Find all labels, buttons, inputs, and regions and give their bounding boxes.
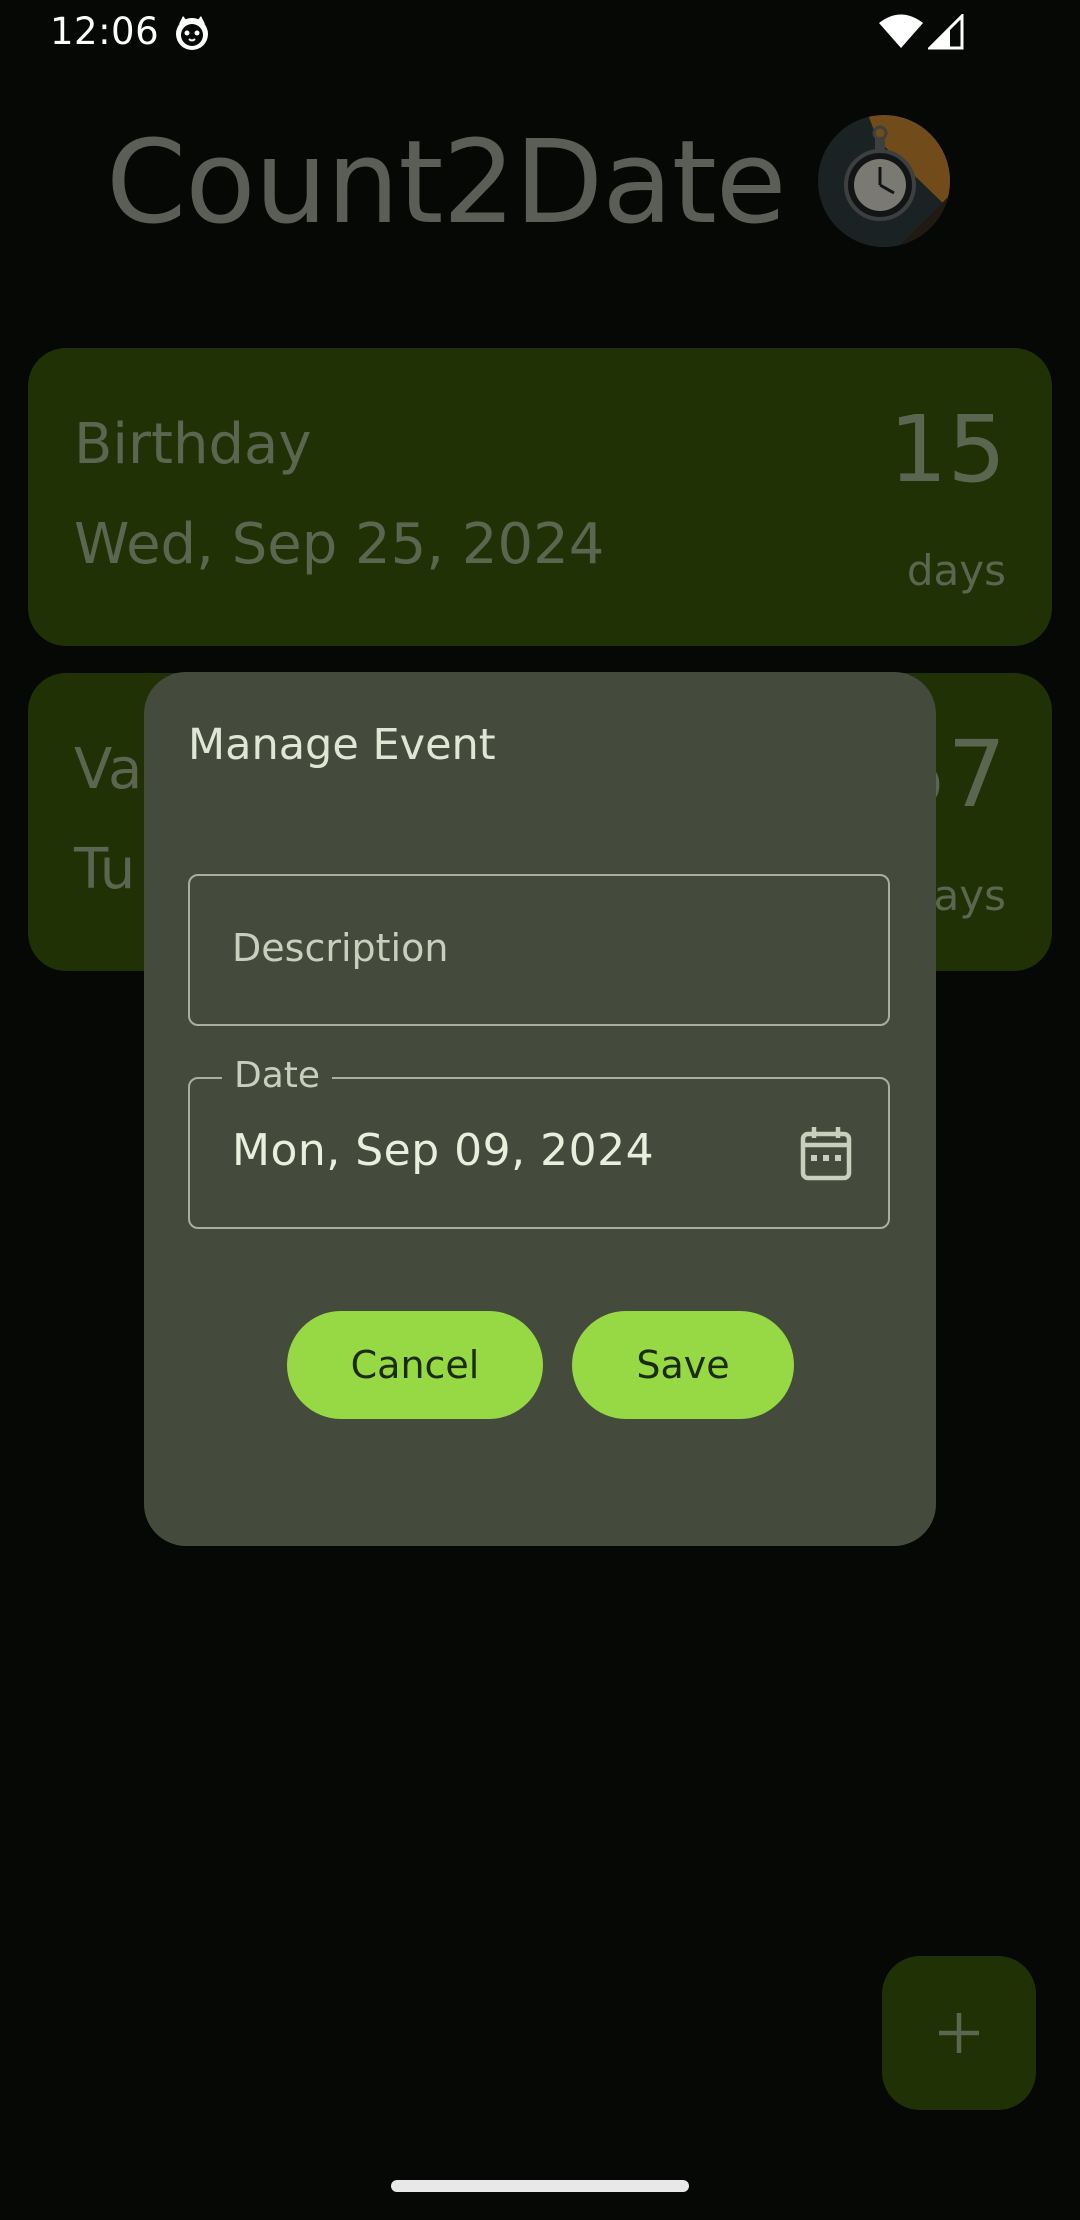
cancel-button[interactable]: Cancel: [287, 1311, 543, 1419]
event-days-count: 15: [888, 396, 1006, 503]
plus-icon: [939, 2013, 979, 2053]
event-date: Wed, Sep 25, 2024: [74, 512, 605, 577]
status-bar: 12:06: [0, 0, 1080, 66]
cat-face-icon: [176, 16, 208, 50]
event-name: Va: [74, 737, 143, 802]
cell-signal-icon: [928, 14, 964, 50]
event-card-birthday[interactable]: Birthday Wed, Sep 25, 2024 15 days: [28, 348, 1052, 646]
date-field-value: Mon, Sep 09, 2024: [232, 1125, 655, 1176]
description-placeholder: Description: [232, 926, 449, 970]
date-field[interactable]: Date Mon, Sep 09, 2024: [188, 1055, 890, 1229]
event-days-unit: ays: [933, 871, 1006, 920]
date-field-label: Date: [222, 1055, 333, 1096]
gesture-home-indicator[interactable]: [391, 2180, 689, 2192]
event-name: Birthday: [74, 412, 312, 477]
wifi-icon: [879, 14, 923, 48]
event-date: Tu: [74, 837, 136, 902]
app-title: Count2Date: [106, 116, 787, 250]
description-field[interactable]: Description: [188, 874, 890, 1026]
dialog-title: Manage Event: [188, 720, 496, 770]
stopwatch-logo-icon: [818, 115, 950, 247]
manage-event-dialog: Manage Event Description Date Mon, Sep 0…: [144, 672, 936, 1546]
calendar-icon[interactable]: [800, 1125, 852, 1181]
save-button[interactable]: Save: [572, 1311, 794, 1419]
status-time: 12:06: [50, 10, 160, 53]
app-screen: 12:06 Count2Date Birthday Wed, Sep 25, 2…: [0, 0, 1080, 2220]
event-days-unit: days: [906, 546, 1006, 595]
add-event-button[interactable]: [882, 1956, 1036, 2110]
